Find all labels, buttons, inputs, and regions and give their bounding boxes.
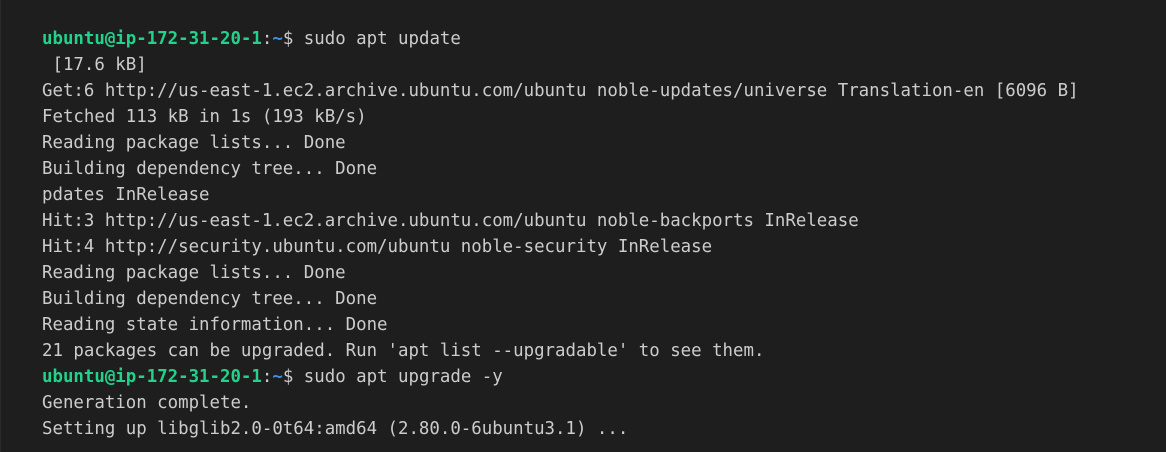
terminal-output: ubuntu@ip-172-31-20-1:~$ sudo apt update…: [42, 26, 1166, 442]
output-line: Reading package lists... Done: [42, 133, 346, 153]
left-border: [0, 0, 1, 452]
prompt-separator: :: [261, 367, 273, 387]
output-line: Get:6 http://us-east-1.ec2.archive.ubunt…: [42, 81, 1079, 101]
prompt-symbol: $: [282, 29, 294, 49]
output-line: 21 packages can be upgraded. Run 'apt li…: [42, 341, 765, 361]
output-line: Hit:3 http://us-east-1.ec2.archive.ubunt…: [42, 211, 859, 231]
prompt-user: ubuntu@ip-172-31-20-1: [42, 29, 262, 49]
output-line: pdates InRelease: [42, 185, 210, 205]
prompt-line: ubuntu@ip-172-31-20-1:~$ sudo apt update: [42, 26, 1166, 52]
output-line: Building dependency tree... Done: [42, 289, 378, 309]
prompt-user: ubuntu@ip-172-31-20-1: [42, 367, 262, 387]
prompt-separator: :: [261, 29, 273, 49]
prompt-path: ~: [272, 29, 283, 49]
prompt-path: ~: [272, 367, 283, 387]
output-line: Reading package lists... Done: [42, 263, 346, 283]
output-line: Hit:4 http://security.ubuntu.com/ubuntu …: [42, 237, 713, 257]
command-text: sudo apt upgrade -y: [293, 367, 503, 387]
output-line: Reading state information... Done: [42, 315, 388, 335]
output-line: Generation complete.: [42, 393, 252, 413]
output-line: [17.6 kB]: [42, 55, 147, 75]
output-line: Building dependency tree... Done: [42, 159, 378, 179]
prompt-line: ubuntu@ip-172-31-20-1:~$ sudo apt upgrad…: [42, 364, 1166, 390]
command-text: sudo apt update: [293, 29, 461, 49]
prompt-symbol: $: [282, 367, 294, 387]
output-line: Setting up libglib2.0-0t64:amd64 (2.80.0…: [42, 419, 629, 439]
terminal-window[interactable]: ubuntu@ip-172-31-20-1:~$ sudo apt update…: [0, 0, 1166, 452]
output-line: Fetched 113 kB in 1s (193 kB/s): [42, 107, 367, 127]
